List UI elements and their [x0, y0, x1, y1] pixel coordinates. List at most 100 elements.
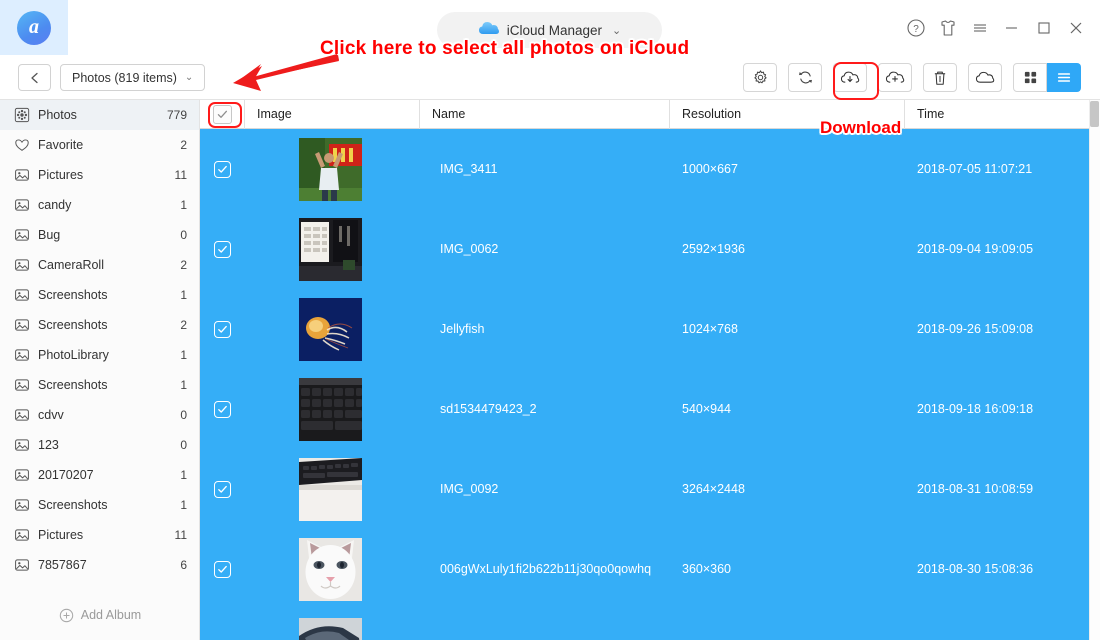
sidebar-item-cameraroll[interactable]: CameraRoll 2 [0, 250, 199, 280]
row-select-cell[interactable] [200, 449, 245, 529]
maximize-icon[interactable] [1028, 13, 1060, 43]
thumbnail-whiteboard-room[interactable] [299, 217, 362, 281]
sidebar-item-cdvv[interactable]: cdvv 0 [0, 400, 199, 430]
album-icon [14, 527, 36, 543]
sidebar-item-screenshots-4[interactable]: Screenshots 1 [0, 490, 199, 520]
table-row[interactable]: Jellyfish 1024×768 2018-09-26 15:09:08 [200, 289, 1100, 369]
row-time: 2018-07-05 11:07:21 [917, 162, 1033, 176]
row-checkbox[interactable] [214, 240, 231, 258]
sidebar-item-photolibrary[interactable]: PhotoLibrary 1 [0, 340, 199, 370]
row-thumbnail-cell [245, 129, 420, 209]
sidebar-item-count: 0 [180, 228, 187, 242]
row-checkbox[interactable] [214, 480, 231, 498]
refresh-icon[interactable] [788, 63, 822, 92]
chevron-down-icon[interactable]: ⌄ [185, 72, 193, 83]
table-row[interactable]: IMG_0062 2592×1936 2018-09-04 19:09:05 [200, 209, 1100, 289]
sidebar-item-bug[interactable]: Bug 0 [0, 220, 199, 250]
sidebar-item-count: 0 [180, 408, 187, 422]
back-button[interactable] [18, 64, 51, 91]
sidebar-item-count: 6 [180, 558, 187, 572]
grid-view-icon[interactable] [1013, 63, 1047, 92]
vertical-scrollbar-thumb[interactable] [1090, 101, 1099, 127]
album-icon [14, 347, 36, 363]
album-icon [14, 377, 36, 393]
row-name [420, 609, 670, 640]
app-title-pill[interactable]: iCloud Manager ⌄ [437, 12, 662, 48]
table-row[interactable]: 006gWxLuly1fi2b622b11j30qo0qowhq 360×360… [200, 529, 1100, 609]
help-icon[interactable]: ? [900, 13, 932, 43]
column-header-image[interactable]: Image [245, 100, 420, 129]
row-thumbnail-cell [245, 529, 420, 609]
trash-icon[interactable] [923, 63, 957, 92]
sidebar-item-photos[interactable]: Photos 779 [0, 100, 199, 130]
album-icon [14, 407, 36, 423]
table-row[interactable]: IMG_0092 3264×2448 2018-08-31 10:08:59 [200, 449, 1100, 529]
sidebar-item-screenshots-2[interactable]: Screenshots 2 [0, 310, 199, 340]
row-resolution [670, 609, 905, 640]
row-thumbnail-cell [245, 209, 420, 289]
settings-gear-icon[interactable] [743, 63, 777, 92]
row-name: 006gWxLuly1fi2b622b11j30qo0qowhq [440, 562, 652, 576]
row-select-cell[interactable] [200, 289, 245, 369]
cloud-icon [478, 20, 500, 40]
row-thumbnail-cell [245, 369, 420, 449]
row-select-cell[interactable] [200, 129, 245, 209]
thumbnail-car-front[interactable] [299, 617, 362, 640]
thumbnail-keyboard-desk[interactable] [299, 457, 362, 521]
album-icon [14, 167, 36, 183]
album-icon [14, 497, 36, 513]
sidebar-item-count: 1 [180, 198, 187, 212]
chevron-down-icon[interactable]: ⌄ [612, 24, 621, 37]
row-checkbox[interactable] [214, 560, 231, 578]
menu-icon[interactable] [964, 13, 996, 43]
sidebar-item-screenshots-1[interactable]: Screenshots 1 [0, 280, 199, 310]
theme-shirt-icon[interactable] [932, 13, 964, 43]
cloud-upload-icon[interactable] [878, 63, 912, 92]
table-row[interactable]: IMG_3411 1000×667 2018-07-05 11:07:21 [200, 129, 1100, 209]
breadcrumb[interactable]: Photos (819 items) ⌄ [60, 64, 206, 91]
album-icon [14, 467, 36, 483]
sidebar-item-candy[interactable]: candy 1 [0, 190, 199, 220]
row-select-cell[interactable] [200, 609, 245, 640]
sidebar-item-label: Bug [38, 228, 61, 242]
sidebar-item-20170207[interactable]: 20170207 1 [0, 460, 199, 490]
vertical-scrollbar-track[interactable] [1089, 100, 1100, 640]
row-select-cell[interactable] [200, 209, 245, 289]
album-icon [14, 437, 36, 453]
sidebar-item-123[interactable]: 123 0 [0, 430, 199, 460]
plus-circle-icon [59, 608, 74, 623]
sidebar-item-label: Pictures [38, 168, 84, 182]
row-select-cell[interactable] [200, 369, 245, 449]
sidebar-item-label: candy [38, 198, 72, 212]
thumbnail-jellyfish-blue[interactable] [299, 297, 362, 361]
table-header: Image Name Resolution Time [200, 100, 1100, 129]
sidebar-item-screenshots-3[interactable]: Screenshots 1 [0, 370, 199, 400]
row-name: sd1534479423_2 [440, 402, 537, 416]
row-checkbox[interactable] [214, 160, 231, 178]
sidebar-item-7857867[interactable]: 7857867 6 [0, 550, 199, 580]
row-checkbox[interactable] [214, 320, 231, 338]
table-row[interactable]: sd1534479423_2 540×944 2018-09-18 16:09:… [200, 369, 1100, 449]
add-album-button[interactable]: Add Album [0, 602, 199, 628]
sidebar-item-pictures[interactable]: Pictures 11 [0, 160, 199, 190]
title-bar: a iCloud Manager ⌄ ? [0, 0, 1100, 55]
sidebar-item-favorite[interactable]: Favorite 2 [0, 130, 199, 160]
row-name: IMG_0092 [440, 482, 499, 496]
row-checkbox[interactable] [214, 400, 231, 418]
select-all-highlight [208, 102, 242, 128]
column-header-time[interactable]: Time [905, 100, 1100, 129]
column-header-resolution[interactable]: Resolution [670, 100, 905, 129]
thumbnail-person-red-banner[interactable] [299, 137, 362, 201]
close-icon[interactable] [1060, 13, 1092, 43]
thumbnail-white-cat[interactable] [299, 537, 362, 601]
sidebar-item-pictures-2[interactable]: Pictures 11 [0, 520, 199, 550]
table-row[interactable] [200, 609, 1100, 640]
cloud-download-icon[interactable] [833, 63, 867, 92]
row-resolution: 1000×667 [682, 162, 738, 176]
column-header-name[interactable]: Name [420, 100, 670, 129]
list-view-icon[interactable] [1047, 63, 1081, 92]
cloud-icon[interactable] [968, 63, 1002, 92]
thumbnail-keyboard-closeup[interactable] [299, 377, 362, 441]
minimize-icon[interactable] [996, 13, 1028, 43]
row-select-cell[interactable] [200, 529, 245, 609]
